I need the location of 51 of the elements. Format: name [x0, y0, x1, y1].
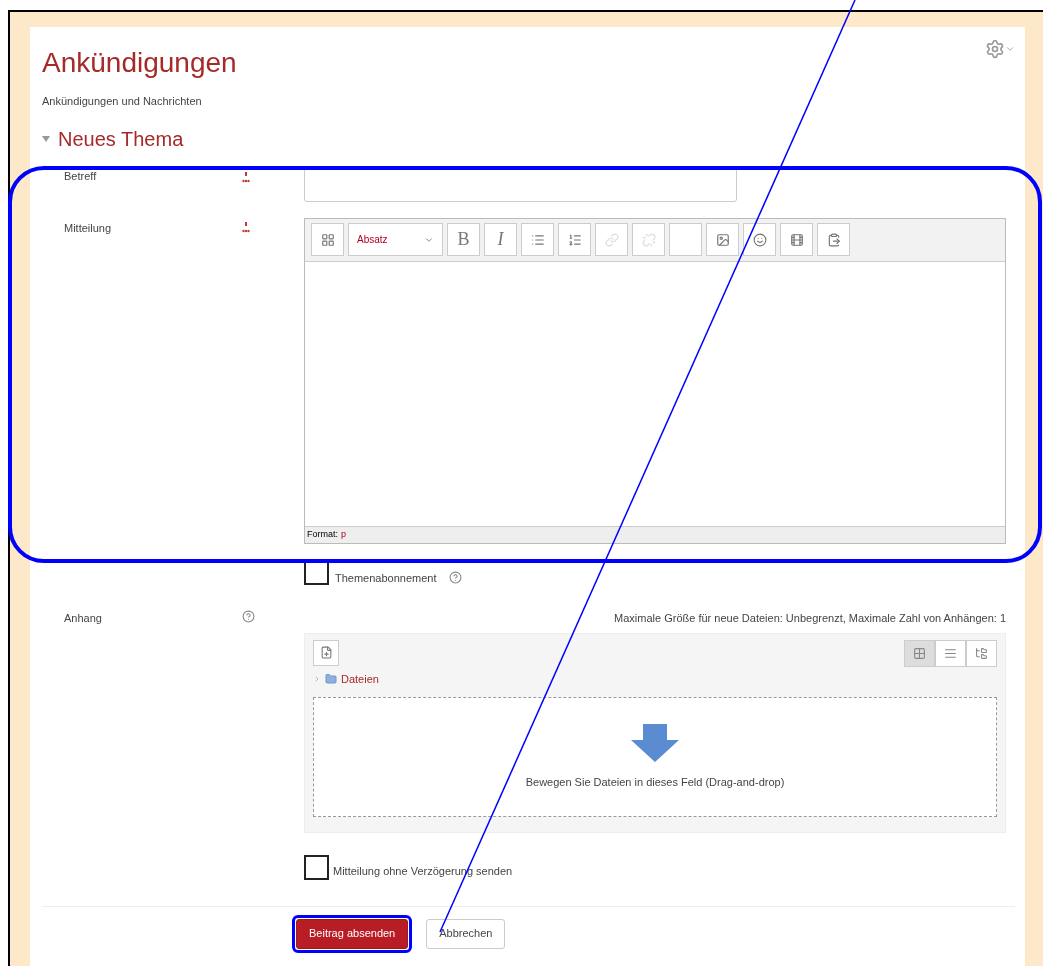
folder-icon	[325, 672, 337, 685]
unlink-icon	[641, 232, 656, 247]
subject-field[interactable]	[304, 167, 737, 202]
bold-button[interactable]: B	[447, 223, 480, 256]
add-file-icon	[319, 646, 333, 659]
folder-link[interactable]: Dateien	[341, 670, 379, 687]
toolbar-toggle-button[interactable]	[311, 223, 344, 256]
grid-view-button[interactable]	[904, 639, 935, 667]
drop-zone-text: Bewegen Sie Dateien in dieses Feld (Drag-and-drop)	[525, 774, 785, 790]
numbered-list-button[interactable]	[558, 223, 591, 256]
italic-button[interactable]: I	[484, 223, 517, 256]
paste-button[interactable]	[817, 223, 850, 256]
list-view-button[interactable]	[935, 639, 966, 667]
help-icon[interactable]	[448, 571, 462, 585]
tree-view-button[interactable]	[966, 639, 997, 667]
smiley-icon	[752, 232, 767, 247]
drop-zone[interactable]: Bewegen Sie Dateien in dieses Feld (Drag-and-drop)	[313, 697, 997, 817]
field-label: Mitteilung	[63, 220, 113, 236]
down-arrow-icon	[631, 723, 679, 762]
section-toggle[interactable]: Neues Thema	[42, 123, 1015, 154]
media-button[interactable]	[780, 223, 813, 256]
field-label: Betreff	[63, 168, 98, 184]
attachment-limits: Maximale Größe für neue Dateien: Unbegrenzt, Maximale Zahl von Anhängen: 1	[614, 611, 1006, 626]
page-description: Ankündigungen und Nachrichten	[42, 94, 203, 109]
text-editor[interactable]: Absatz B I Format: p	[304, 217, 1006, 544]
emoticon-button[interactable]	[743, 223, 776, 256]
cancel-button[interactable]: Abbrechen	[426, 918, 506, 949]
image-icon	[715, 232, 730, 247]
checkbox[interactable]	[304, 854, 329, 880]
section-title: Neues Thema	[58, 126, 184, 152]
clipboard-icon	[826, 232, 841, 247]
help-icon[interactable]	[242, 610, 255, 623]
checkbox-label: Themenabonnement	[335, 570, 437, 586]
grid-icon	[913, 646, 926, 660]
bullet-list-icon	[530, 232, 545, 247]
link-icon	[604, 232, 619, 247]
expand-icon[interactable]	[313, 674, 321, 683]
bullet-list-button[interactable]	[521, 223, 554, 256]
tree-icon	[975, 646, 988, 660]
numbered-list-icon	[567, 232, 582, 247]
format-dropdown[interactable]: Absatz	[348, 223, 443, 256]
settings-icon	[985, 39, 1005, 59]
caret-icon	[1005, 44, 1015, 54]
grid-icon	[320, 232, 335, 247]
field-label: Anhang	[63, 611, 103, 626]
list-icon	[944, 646, 957, 660]
submit-button[interactable]: Beitrag absenden	[296, 918, 409, 949]
film-icon	[789, 232, 804, 247]
add-file-button[interactable]	[313, 639, 339, 666]
settings-menu-button[interactable]	[985, 39, 1015, 59]
page-title: Ankündigungen	[42, 46, 237, 80]
